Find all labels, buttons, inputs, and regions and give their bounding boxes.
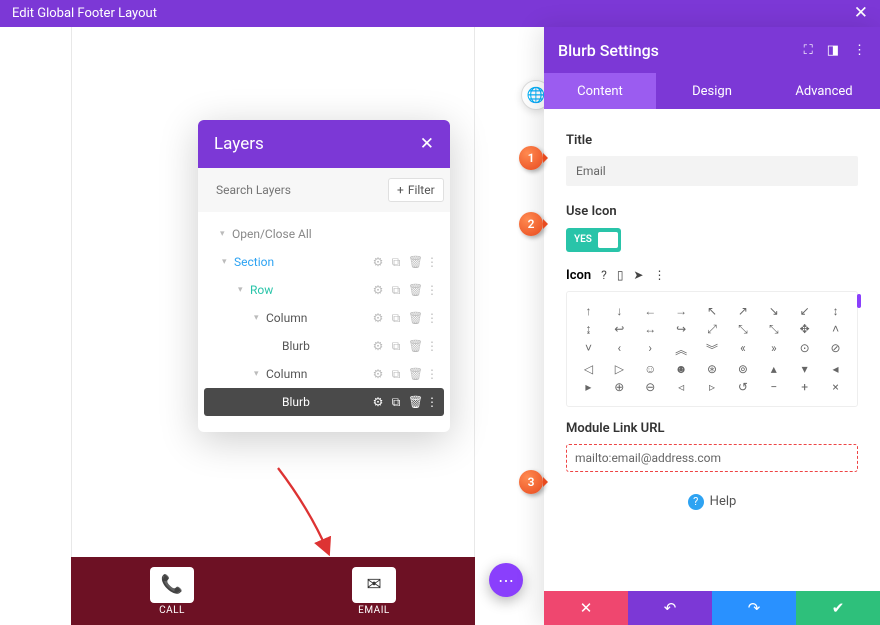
duplicate-icon[interactable]: ⧉: [390, 311, 402, 326]
help-link[interactable]: ? Help: [566, 494, 858, 510]
use-icon-toggle[interactable]: YES: [566, 228, 621, 252]
layers-row-row[interactable]: ▾Row ⚙⧉🗑⋮: [204, 276, 444, 304]
trash-icon[interactable]: 🗑: [408, 367, 420, 382]
panel-title: Blurb Settings: [558, 41, 659, 60]
window-titlebar: Edit Global Footer Layout ✕: [0, 0, 880, 27]
more-icon[interactable]: ⋮: [426, 339, 438, 354]
dots-icon: ⋯: [498, 571, 514, 590]
cancel-button[interactable]: ✕: [544, 591, 628, 625]
confirm-button[interactable]: ✔: [796, 591, 880, 625]
more-icon[interactable]: ⋮: [426, 255, 438, 270]
panel-header-icons: ⛶ ◨ ⋮: [804, 43, 866, 58]
module-url-input[interactable]: mailto:email@address.com: [566, 444, 858, 472]
settings-panel: Blurb Settings ⛶ ◨ ⋮ Content Design Adva…: [544, 27, 880, 625]
preview-border-left: [71, 27, 72, 625]
sidebar-icon[interactable]: ◨: [827, 43, 839, 58]
mobile-icon[interactable]: ▯: [617, 268, 624, 282]
layers-open-close-all[interactable]: ▾Open/Close All: [204, 220, 444, 248]
trash-icon[interactable]: 🗑: [408, 395, 420, 410]
footer-email-item[interactable]: ✉ EMAIL: [352, 567, 396, 616]
callout-1: 1: [519, 146, 543, 170]
more-icon[interactable]: ⋮: [426, 367, 438, 382]
use-icon-label: Use Icon: [566, 204, 858, 219]
icon-section-header: Icon ? ▯ ➤ ⋮: [566, 268, 858, 283]
layers-blurb1-row[interactable]: ▾Blurb ⚙⧉🗑⋮: [204, 332, 444, 360]
gear-icon[interactable]: ⚙: [372, 283, 384, 298]
more-icon[interactable]: ⋮: [853, 43, 866, 58]
layers-header: Layers ✕: [198, 120, 450, 168]
tab-design[interactable]: Design: [656, 73, 768, 109]
footer-call-item[interactable]: 📞 CALL: [150, 567, 194, 616]
duplicate-icon[interactable]: ⧉: [390, 339, 402, 354]
plus-icon: +: [397, 183, 404, 197]
trash-icon[interactable]: 🗑: [408, 311, 420, 326]
layers-filter-button[interactable]: +Filter: [388, 178, 444, 202]
more-icon[interactable]: ⋮: [426, 283, 438, 298]
panel-tabs: Content Design Advanced: [544, 73, 880, 109]
fab-button[interactable]: ⋯: [489, 563, 523, 597]
help-question-icon: ?: [688, 494, 704, 510]
help-icon[interactable]: ?: [601, 268, 607, 282]
gear-icon[interactable]: ⚙: [372, 339, 384, 354]
module-url-label: Module Link URL: [566, 421, 858, 436]
annotation-arrow: [270, 460, 350, 560]
layers-search-input[interactable]: [208, 178, 380, 202]
undo-button[interactable]: ↶: [628, 591, 712, 625]
redo-icon: ↷: [748, 599, 761, 617]
footer-preview: 📞 CALL ✉ EMAIL: [71, 557, 475, 625]
tab-advanced[interactable]: Advanced: [768, 73, 880, 109]
footer-call-label: CALL: [159, 605, 185, 616]
more-icon[interactable]: ⋮: [426, 395, 438, 410]
icon-label: Icon: [566, 268, 591, 283]
title-label: Title: [566, 133, 858, 148]
redo-button[interactable]: ↷: [712, 591, 796, 625]
more-icon[interactable]: ⋮: [653, 268, 665, 282]
layers-panel: Layers ✕ +Filter ▾Open/Close All ▾Sectio…: [198, 120, 450, 432]
duplicate-icon[interactable]: ⧉: [390, 283, 402, 298]
layers-close-icon[interactable]: ✕: [420, 134, 434, 154]
gear-icon[interactable]: ⚙: [372, 311, 384, 326]
trash-icon[interactable]: 🗑: [408, 339, 420, 354]
close-icon: ✕: [580, 599, 593, 617]
scrollbar[interactable]: [857, 294, 861, 308]
footer-email-label: EMAIL: [358, 605, 390, 616]
title-input[interactable]: [566, 156, 858, 186]
undo-icon: ↶: [664, 599, 677, 617]
more-icon[interactable]: ⋮: [426, 311, 438, 326]
phone-icon: 📞: [161, 574, 183, 595]
layers-tree: ▾Open/Close All ▾Section ⚙⧉🗑⋮ ▾Row ⚙⧉🗑⋮ …: [198, 212, 450, 432]
close-icon[interactable]: ✕: [854, 5, 868, 22]
gear-icon[interactable]: ⚙: [372, 395, 384, 410]
layers-search-row: +Filter: [198, 168, 450, 212]
panel-body: Title Use Icon YES Icon ? ▯ ➤ ⋮ ↑↓←→↖↗↘↙…: [544, 109, 880, 591]
cursor-icon[interactable]: ➤: [633, 268, 643, 282]
tab-content[interactable]: Content: [544, 73, 656, 109]
callout-2: 2: [519, 212, 543, 236]
trash-icon[interactable]: 🗑: [408, 255, 420, 270]
panel-header: Blurb Settings ⛶ ◨ ⋮: [544, 27, 880, 73]
preview-border-right: [474, 27, 475, 625]
layers-section-row[interactable]: ▾Section ⚙⧉🗑⋮: [204, 248, 444, 276]
module-url-section: Module Link URL mailto:email@address.com: [566, 421, 858, 472]
panel-actions: ✕ ↶ ↷ ✔: [544, 591, 880, 625]
gear-icon[interactable]: ⚙: [372, 255, 384, 270]
envelope-icon: ✉: [366, 574, 381, 595]
layers-title: Layers: [214, 134, 264, 154]
callout-3: 3: [519, 470, 543, 494]
duplicate-icon[interactable]: ⧉: [390, 395, 402, 410]
check-icon: ✔: [832, 599, 845, 617]
layers-blurb2-row-active[interactable]: ▾Blurb ⚙⧉🗑⋮: [204, 388, 444, 416]
icon-picker[interactable]: ↑↓←→↖↗↘↙↕ ↨↩↔↪⤢⤡⤡✥˄ ˅‹›︽︾«»⊙⊘ ◁▷☺☻⊛⊚▴▾◂ …: [566, 291, 858, 407]
focus-icon[interactable]: ⛶: [804, 43, 813, 58]
toggle-knob: [598, 232, 618, 248]
layers-column1-row[interactable]: ▾Column ⚙⧉🗑⋮: [204, 304, 444, 332]
layers-column2-row[interactable]: ▾Column ⚙⧉🗑⋮: [204, 360, 444, 388]
duplicate-icon[interactable]: ⧉: [390, 367, 402, 382]
duplicate-icon[interactable]: ⧉: [390, 255, 402, 270]
window-title: Edit Global Footer Layout: [12, 6, 157, 21]
trash-icon[interactable]: 🗑: [408, 283, 420, 298]
gear-icon[interactable]: ⚙: [372, 367, 384, 382]
